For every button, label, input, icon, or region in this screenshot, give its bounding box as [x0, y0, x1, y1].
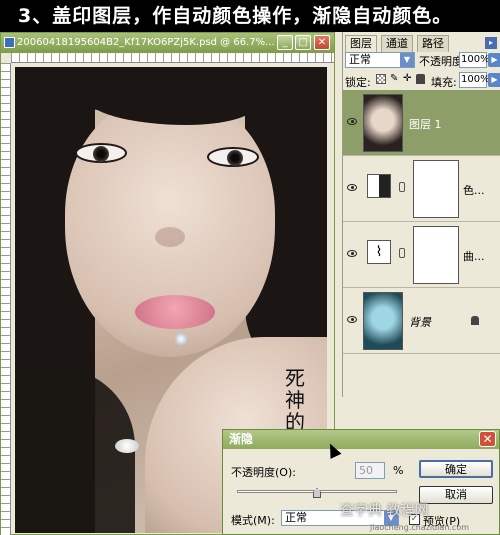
cancel-button[interactable]: 取消	[419, 486, 493, 504]
watermark: 查字典 教程网	[340, 503, 429, 519]
link-chain-icon	[399, 182, 405, 192]
tutorial-step-caption: 3、盖印图层，作自动颜色操作，渐隐自动颜色。	[0, 0, 500, 32]
document-title: 20060418195604B2_Kf17KO6PZj5K.psd @ 66.7…	[17, 37, 275, 48]
tab-paths[interactable]: 路径	[417, 35, 449, 52]
lock-image-icon[interactable]: ✎	[390, 73, 400, 85]
minimize-button[interactable]: _	[277, 35, 293, 50]
opacity-field[interactable]: 100%	[459, 52, 490, 68]
mode-label: 模式(M):	[231, 514, 275, 527]
mode-value: 正常	[285, 511, 307, 524]
maximize-button[interactable]: □	[295, 35, 311, 50]
layers-panel: 图层 通道 路径 ▸ 正常 ▼ 不透明度: 100% ▶ 锁定: ✎ ✛ 填充:…	[342, 32, 500, 397]
layer-thumbnail	[363, 94, 403, 152]
lock-all-icon[interactable]	[416, 74, 425, 84]
vertical-ruler[interactable]	[1, 63, 11, 535]
close-document-button[interactable]: ✕	[314, 35, 330, 50]
layer-name: 背景	[409, 316, 431, 329]
layer-name: 色...	[463, 184, 485, 197]
opacity-slider-arrow-icon[interactable]: ▶	[488, 53, 500, 67]
dialog-titlebar[interactable]: 渐隐	[223, 430, 499, 449]
lips	[135, 295, 215, 329]
adjustment-layer-icon	[367, 174, 391, 198]
fill-label: 填充:	[431, 76, 457, 89]
horizontal-ruler[interactable]	[11, 53, 334, 63]
curves-layer-icon: ⌇	[367, 240, 391, 264]
blend-mode-select[interactable]: 正常 ▼	[345, 52, 415, 68]
layer-name: 曲...	[463, 250, 485, 263]
visibility-eye-icon[interactable]	[347, 316, 357, 323]
layer-name: 图层 1	[409, 118, 442, 131]
dialog-title: 渐隐	[229, 432, 254, 446]
lock-position-icon[interactable]: ✛	[403, 73, 413, 85]
photoshop-doc-icon	[4, 37, 15, 48]
layer-mask-thumbnail	[413, 160, 459, 218]
panel-tabs: 图层 通道 路径 ▸	[343, 35, 500, 53]
layer-row[interactable]: ⌇ 曲...	[343, 222, 500, 288]
dialog-opacity-label: 不透明度(O):	[231, 466, 296, 479]
nose	[155, 227, 185, 247]
dialog-opacity-input[interactable]: 50	[355, 462, 385, 479]
close-icon[interactable]: ✕	[479, 431, 496, 447]
tab-channels[interactable]: 通道	[381, 35, 413, 52]
layer-mask-thumbnail	[413, 226, 459, 284]
lock-transparency-icon[interactable]	[376, 74, 386, 84]
lip-piercing	[175, 333, 187, 345]
lock-label: 锁定:	[345, 76, 371, 89]
left-eye	[75, 143, 127, 163]
blend-mode-value: 正常	[349, 53, 371, 66]
panel-menu-icon[interactable]: ▸	[485, 37, 497, 49]
layer-thumbnail	[363, 292, 403, 350]
right-eye	[207, 147, 259, 167]
visibility-eye-icon[interactable]	[347, 184, 357, 191]
ok-button[interactable]: 确定	[419, 460, 493, 478]
lock-icon	[471, 316, 479, 325]
layer-row[interactable]: 色...	[343, 156, 500, 222]
layer-row[interactable]: 图层 1	[343, 90, 500, 156]
percent-label: %	[393, 464, 404, 477]
link-chain-icon	[399, 248, 405, 258]
watermark-url: jiaocheng.chazidian.com	[370, 523, 470, 532]
visibility-eye-icon[interactable]	[347, 250, 357, 257]
fill-field[interactable]: 100%	[459, 72, 490, 88]
layer-row[interactable]: 背景	[343, 288, 500, 354]
visibility-eye-icon[interactable]	[347, 118, 357, 125]
fill-slider-arrow-icon[interactable]: ▶	[488, 73, 500, 87]
necklace	[115, 439, 139, 453]
tab-layers[interactable]: 图层	[345, 35, 377, 53]
chevron-down-icon: ▼	[400, 53, 414, 67]
